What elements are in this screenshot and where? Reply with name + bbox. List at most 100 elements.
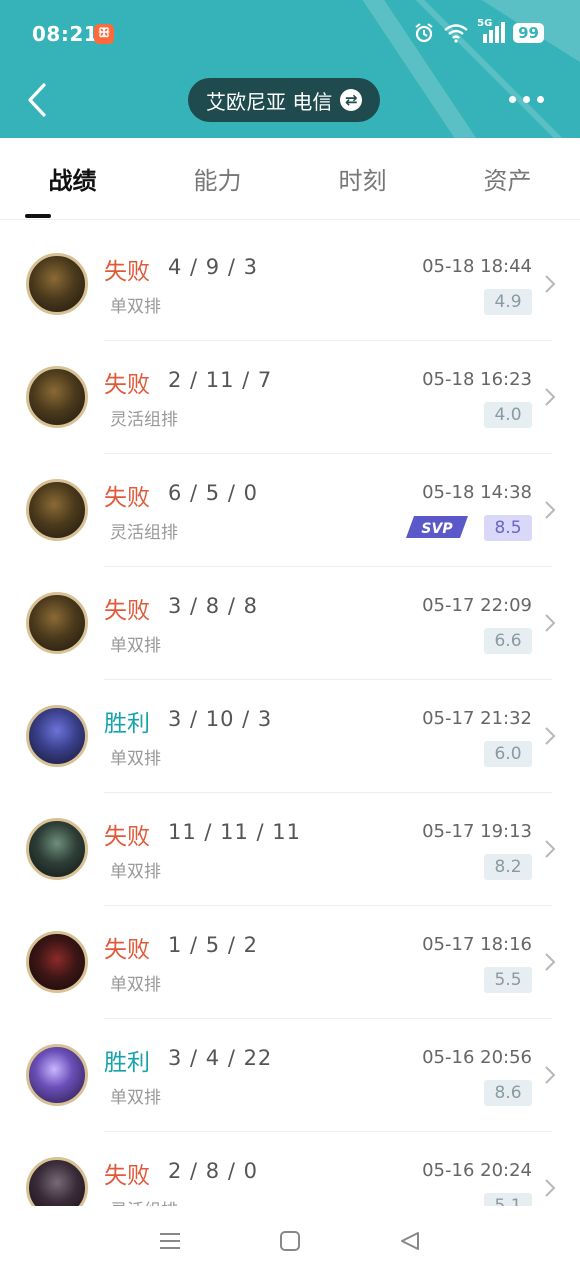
more-options-icon[interactable]: [509, 96, 544, 103]
match-row[interactable]: 失败 6 / 5 / 0 灵活组排 05-18 14:38 SVP 8.5: [0, 454, 580, 567]
chevron-right-icon: [545, 388, 556, 406]
champion-avatar: [26, 931, 88, 993]
match-mode: 单双排: [110, 975, 161, 995]
match-result: 失败: [104, 937, 150, 963]
tab-label: 能力: [193, 167, 242, 195]
svp-label: SVP: [421, 521, 453, 537]
match-kda: 3 / 10 / 3: [168, 707, 273, 731]
match-time: 05-18 16:23: [422, 369, 532, 390]
match-time: 05-17 19:13: [422, 821, 532, 842]
notification-app-icon: ꕥ: [94, 24, 114, 44]
match-kda: 2 / 8 / 0: [168, 1159, 258, 1183]
menu-icon[interactable]: [159, 1231, 181, 1251]
match-time: 05-17 18:16: [422, 934, 532, 955]
match-mode: 单双排: [110, 862, 161, 882]
match-score: 6.0: [484, 741, 532, 767]
match-score: 4.9: [484, 289, 532, 315]
match-result: 失败: [104, 824, 150, 850]
match-kda: 11 / 11 / 11: [168, 820, 302, 844]
tab-label: 时刻: [338, 167, 387, 195]
champion-avatar: [26, 253, 88, 315]
home-icon[interactable]: [279, 1230, 301, 1252]
app-header: 08:21 ꕥ 5G 99 艾欧尼亚 电信 ⇄: [0, 0, 580, 138]
match-time: 05-17 22:09: [422, 595, 532, 616]
match-result: 失败: [104, 1163, 150, 1189]
wifi-icon: [444, 24, 468, 43]
match-kda: 3 / 4 / 22: [168, 1046, 273, 1070]
chevron-right-icon: [545, 840, 556, 858]
match-mode: 单双排: [110, 636, 161, 656]
match-mode: 灵活组排: [110, 523, 178, 543]
match-kda: 6 / 5 / 0: [168, 481, 258, 505]
signal-icon: 5G: [477, 18, 506, 44]
match-result: 失败: [104, 372, 150, 398]
match-time: 05-18 14:38: [422, 482, 532, 503]
match-row[interactable]: 失败 3 / 8 / 8 单双排 05-17 22:09 6.6: [0, 567, 580, 680]
match-time: 05-17 21:32: [422, 708, 532, 729]
tab-label: 战绩: [48, 167, 97, 195]
match-result: 胜利: [104, 711, 150, 737]
match-row[interactable]: 胜利 3 / 4 / 22 单双排 05-16 20:56 8.6: [0, 1019, 580, 1132]
chevron-right-icon: [545, 1179, 556, 1197]
champion-avatar: [26, 479, 88, 541]
champion-avatar: [26, 1157, 88, 1206]
champion-avatar: [26, 366, 88, 428]
champion-avatar: [26, 1044, 88, 1106]
match-score: 5.1: [484, 1193, 532, 1206]
svp-badge-icon: SVP: [406, 516, 468, 538]
server-selector[interactable]: 艾欧尼亚 电信 ⇄: [188, 78, 381, 122]
champion-avatar: [26, 592, 88, 654]
match-mode: 单双排: [110, 749, 161, 769]
tab-ability[interactable]: 能力: [168, 161, 268, 196]
match-row[interactable]: 失败 11 / 11 / 11 单双排 05-17 19:13 8.2: [0, 793, 580, 906]
tab-moments[interactable]: 时刻: [313, 161, 413, 196]
system-navigation-bar: [0, 1206, 580, 1276]
match-result: 失败: [104, 259, 150, 285]
match-row[interactable]: 失败 2 / 11 / 7 灵活组排 05-18 16:23 4.0: [0, 341, 580, 454]
match-score: 8.2: [484, 854, 532, 880]
chevron-right-icon: [545, 1066, 556, 1084]
match-result: 失败: [104, 485, 150, 511]
match-mode: 灵活组排: [110, 410, 178, 430]
match-result: 胜利: [104, 1050, 150, 1076]
match-score: 4.0: [484, 402, 532, 428]
tab-records[interactable]: 战绩: [23, 161, 123, 218]
back-arrow-icon[interactable]: [24, 82, 54, 118]
active-tab-indicator: [24, 214, 51, 218]
match-kda: 3 / 8 / 8: [168, 594, 258, 618]
chevron-right-icon: [545, 614, 556, 632]
back-triangle-icon[interactable]: [399, 1230, 421, 1252]
chevron-right-icon: [545, 727, 556, 745]
match-row[interactable]: 胜利 3 / 10 / 3 单双排 05-17 21:32 6.0: [0, 680, 580, 793]
match-kda: 1 / 5 / 2: [168, 933, 258, 957]
match-mode: 单双排: [110, 297, 161, 317]
match-mode: 灵活组排: [110, 1196, 178, 1206]
match-result: 失败: [104, 598, 150, 624]
chevron-right-icon: [545, 501, 556, 519]
match-mode: 单双排: [110, 1088, 161, 1108]
champion-avatar: [26, 705, 88, 767]
tab-label: 资产: [483, 167, 532, 195]
match-history-list[interactable]: 失败 4 / 9 / 3 单双排 05-18 18:44 4.9 失败 2 / …: [0, 228, 580, 1206]
match-row[interactable]: 失败 1 / 5 / 2 单双排 05-17 18:16 5.5: [0, 906, 580, 1019]
status-icons: 5G 99: [413, 18, 544, 44]
tab-bar: 战绩 能力 时刻 资产: [0, 138, 580, 220]
match-score: 8.5: [484, 515, 532, 541]
champion-avatar: [26, 818, 88, 880]
chevron-right-icon: [545, 275, 556, 293]
match-score: 5.5: [484, 967, 532, 993]
match-kda: 4 / 9 / 3: [168, 255, 258, 279]
match-time: 05-16 20:56: [422, 1047, 532, 1068]
match-kda: 2 / 11 / 7: [168, 368, 273, 392]
match-row[interactable]: 失败 2 / 8 / 0 灵活组排 05-16 20:24 5.1: [0, 1132, 580, 1206]
match-row[interactable]: 失败 4 / 9 / 3 单双排 05-18 18:44 4.9: [0, 228, 580, 341]
status-time: 08:21: [32, 22, 99, 46]
swap-icon: ⇄: [340, 89, 363, 111]
match-score: 6.6: [484, 628, 532, 654]
match-time: 05-18 18:44: [422, 256, 532, 277]
alarm-icon: [415, 23, 433, 43]
match-score: 8.6: [484, 1080, 532, 1106]
tab-assets[interactable]: 资产: [458, 161, 558, 196]
battery-indicator: 99: [513, 23, 544, 43]
server-name: 艾欧尼亚 电信: [206, 89, 333, 114]
